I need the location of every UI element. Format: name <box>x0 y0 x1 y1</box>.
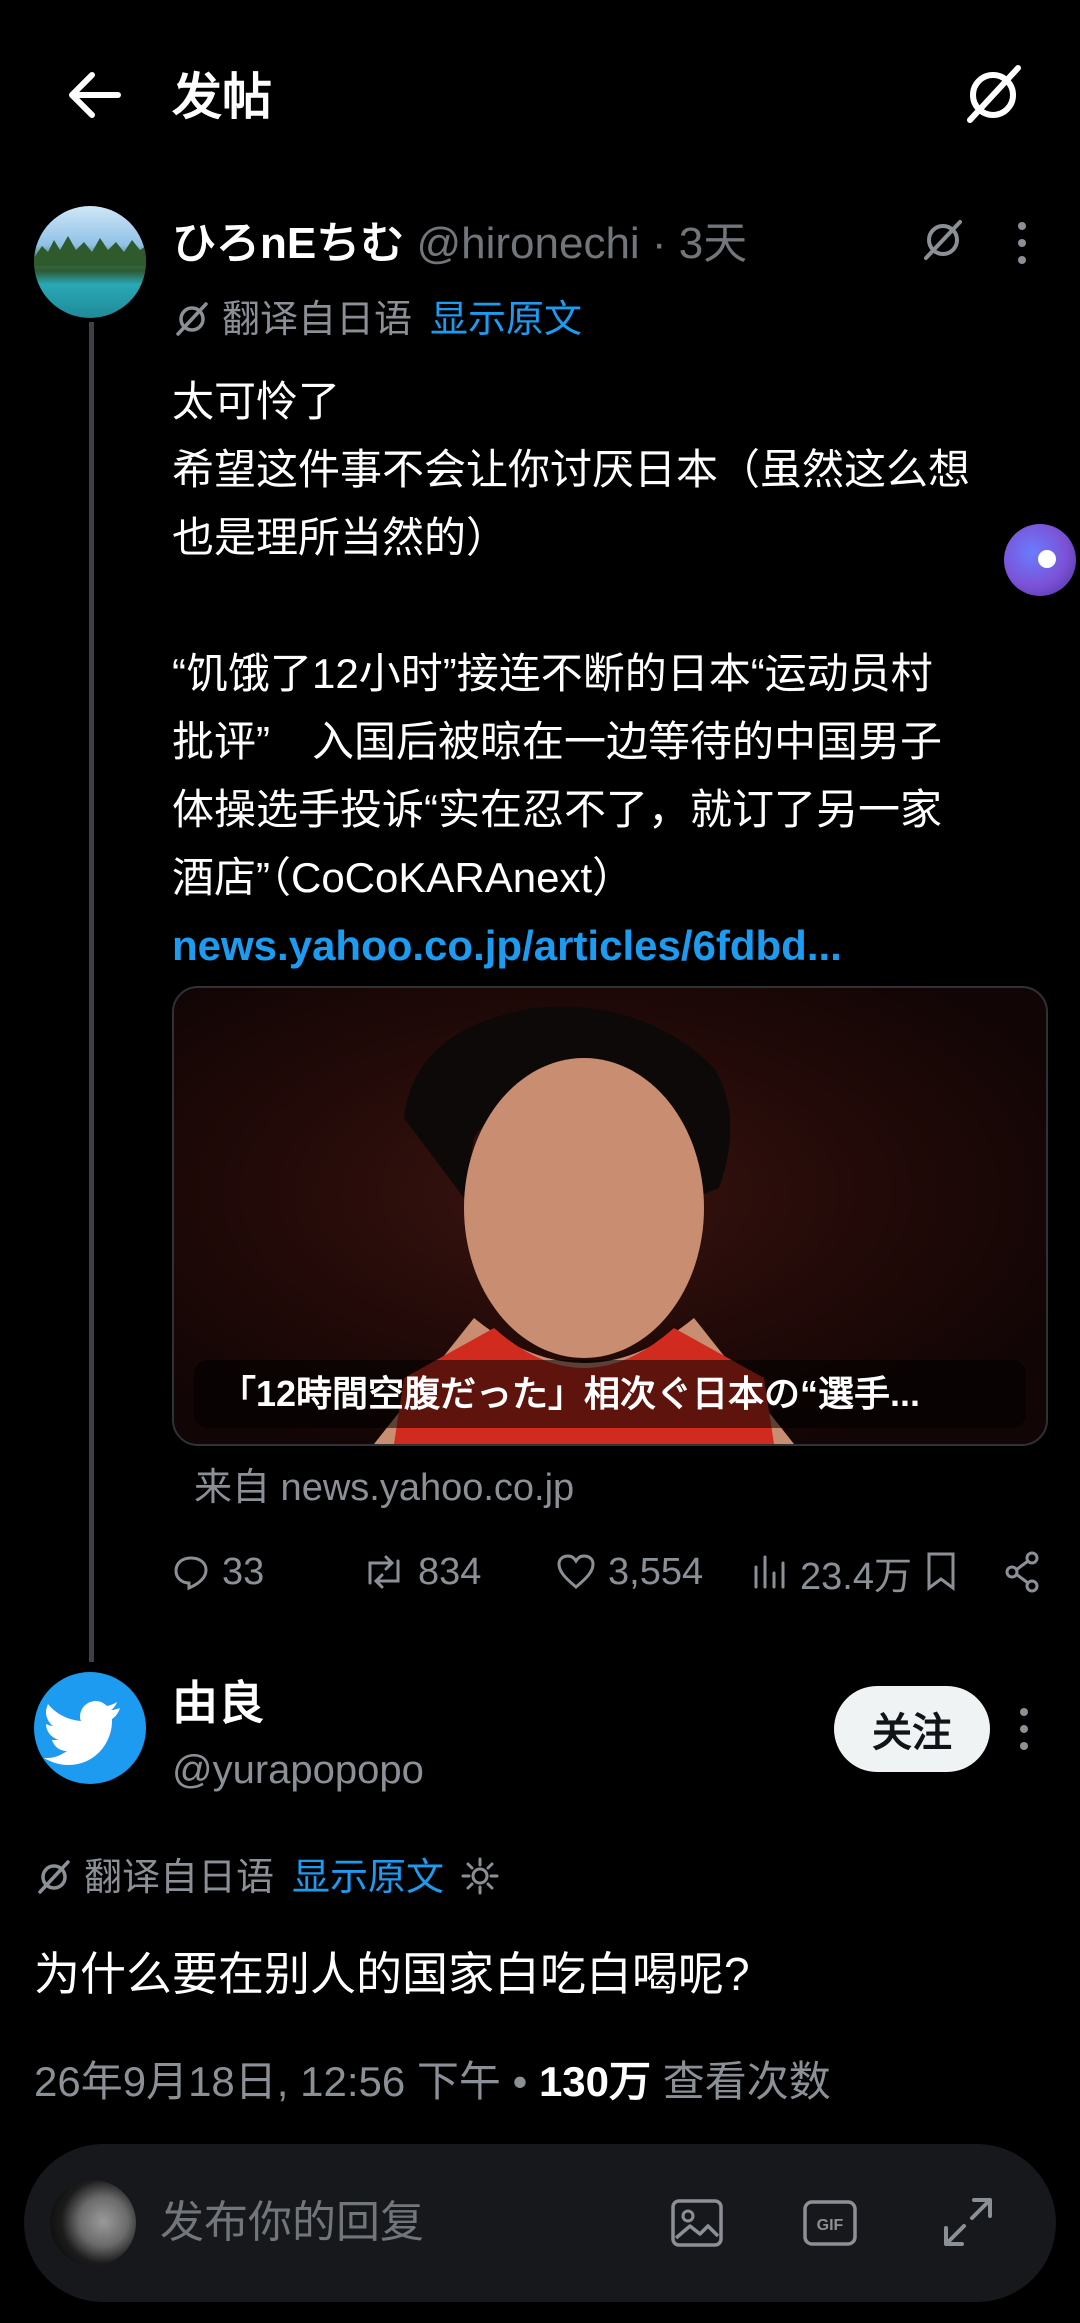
translation-notice: 翻译自日语 显示原文 <box>172 294 582 346</box>
author-line[interactable]: ひろnEちむ @hironechi · 3天 <box>172 214 747 274</box>
reply-input[interactable]: 发布你的回复 <box>160 2190 424 2256</box>
more-options-icon[interactable] <box>1012 1704 1036 1754</box>
post-text-line: “饥饿了12小时”接连不断的日本“运动员村 <box>172 650 933 697</box>
translate-label: 翻译自日语 <box>84 1857 275 1899</box>
view-count: 23.4万 <box>800 1555 912 1598</box>
heart-icon <box>557 1554 595 1589</box>
reply-button[interactable]: 33 <box>172 1542 264 1602</box>
like-count: 3,554 <box>608 1550 704 1593</box>
post-age: · 3天 <box>639 219 748 268</box>
like-button[interactable]: 3,554 <box>556 1542 703 1602</box>
share-icon[interactable] <box>1002 1542 1042 1602</box>
link-preview-card[interactable]: 「12時間空腹だった」相次ぐ日本の“選手... <box>172 986 1048 1446</box>
translate-label: 翻译自日语 <box>222 299 413 341</box>
author-handle[interactable]: @yurapopopo <box>172 1742 424 1798</box>
post-text-line: 也是理所当然的） <box>172 514 509 561</box>
reply-count: 33 <box>222 1550 265 1593</box>
post-timestamp: 26年9月18日, 12:56 下午 • 130万 查看次数 <box>34 2052 831 2112</box>
repost-count: 834 <box>418 1550 482 1593</box>
image-icon[interactable] <box>668 2194 726 2252</box>
author-name[interactable]: 由良 <box>172 1672 264 1734</box>
avatar[interactable] <box>34 206 146 318</box>
grok-icon <box>38 1860 70 1894</box>
gif-label: GIF <box>817 2217 844 2234</box>
article-link[interactable]: news.yahoo.co.jp/articles/6fdbd... <box>172 912 1052 980</box>
post-text-line: 批评” 入国后被晾在一边等待的中国男子 <box>172 718 942 765</box>
grok-icon[interactable] <box>958 58 1028 128</box>
show-original-link[interactable]: 显示原文 <box>292 1857 444 1899</box>
post-date: 26年9月18日, 12:56 下午 • <box>34 2058 539 2105</box>
views-button[interactable]: 23.4万 <box>752 1542 912 1602</box>
more-options-icon[interactable] <box>1010 218 1034 268</box>
post-text: 为什么要在别人的国家白吃白喝呢? <box>34 1948 750 2000</box>
views-icon <box>754 1555 785 1589</box>
repost-icon <box>368 1555 400 1589</box>
post-text-line: 体操选手投诉“实在忍不了，就订了另一家 <box>172 786 942 833</box>
avatar[interactable] <box>34 1672 146 1784</box>
author-name[interactable]: ひろnEちむ <box>172 219 404 268</box>
grok-icon[interactable] <box>918 214 968 264</box>
show-original-link[interactable]: 显示原文 <box>430 299 582 341</box>
post-text: 太可怜了 希望这件事不会让你讨厌日本（虽然这么想 也是理所当然的） “饥饿了12… <box>172 368 1052 980</box>
card-source: 来自 news.yahoo.co.jp <box>194 1467 575 1509</box>
translation-notice: 翻译自日语 显示原文 <box>34 1852 500 1904</box>
expand-icon[interactable] <box>938 2192 998 2252</box>
thread-line <box>89 322 94 1662</box>
author-handle[interactable]: @hironechi <box>416 219 639 268</box>
repost-button[interactable]: 834 <box>362 1542 481 1602</box>
card-caption: 「12時間空腹だった」相次ぐ日本の“選手... <box>194 1360 1026 1428</box>
bookmark-icon[interactable] <box>924 1542 958 1602</box>
post-text-line: 酒店”（CoCoKARAnext） <box>172 854 635 901</box>
grok-icon <box>176 302 208 336</box>
post-text-line: 希望这件事不会让你讨厌日本（虽然这么想 <box>172 446 971 493</box>
avatar <box>50 2180 136 2266</box>
bird-icon <box>44 1701 120 1765</box>
page-title: 发帖 <box>172 69 272 125</box>
follow-button[interactable]: 关注 <box>834 1686 990 1772</box>
reply-icon <box>174 1556 208 1591</box>
top-bar <box>0 0 1080 180</box>
views-count: 130万 <box>538 2058 652 2105</box>
back-arrow-icon[interactable] <box>60 60 130 130</box>
gif-icon[interactable]: GIF <box>800 2194 860 2252</box>
post-text-line: 太可怜了 <box>172 378 341 425</box>
post-actions: 33 834 3,554 23.4万 <box>172 1542 1052 1602</box>
gear-icon[interactable] <box>460 1856 500 1896</box>
views-label: 查看次数 <box>651 2058 831 2105</box>
